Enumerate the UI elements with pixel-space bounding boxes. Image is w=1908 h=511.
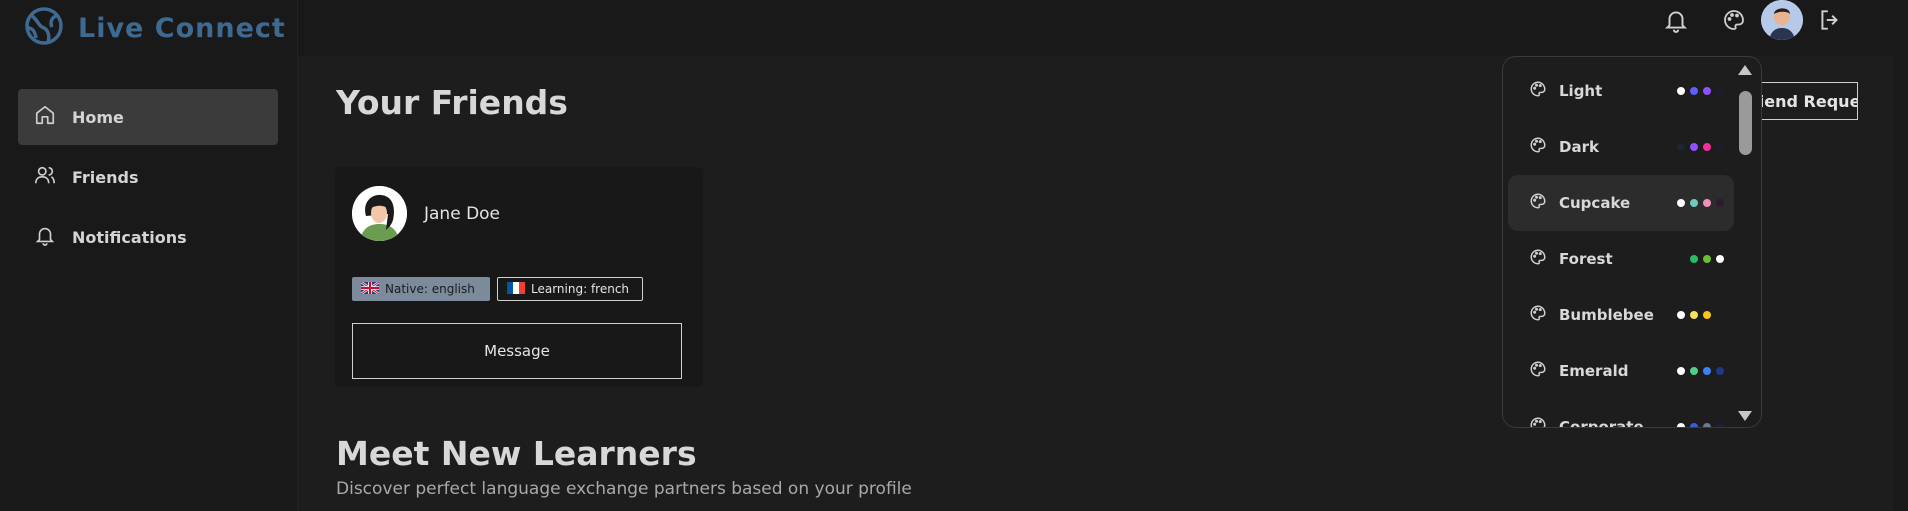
color-swatch [1703, 87, 1711, 95]
theme-option-label: Light [1559, 82, 1603, 100]
theme-option-label: Forest [1559, 250, 1613, 268]
theme-option-cupcake[interactable]: Cupcake [1508, 175, 1734, 231]
palette-icon [1529, 80, 1547, 102]
globe-icon [24, 6, 64, 50]
home-icon [34, 104, 56, 130]
friend-avatar [352, 186, 407, 241]
friend-name: Jane Doe [424, 204, 501, 224]
theme-option-label: Cupcake [1559, 194, 1631, 212]
color-swatch [1703, 423, 1711, 427]
color-swatch [1677, 311, 1685, 319]
theme-option-label: Emerald [1559, 362, 1629, 380]
badge-label: Native: english [385, 282, 475, 296]
scroll-thumb[interactable] [1739, 91, 1752, 155]
theme-color-swatches [1677, 255, 1724, 263]
color-swatch [1677, 423, 1685, 427]
section-subtitle: Discover perfect language exchange partn… [336, 479, 912, 499]
avatar[interactable] [1761, 0, 1803, 40]
page-title: Your Friends [336, 83, 568, 122]
theme-option-corporate[interactable]: Corporate [1508, 399, 1734, 428]
sidebar: Live Connect Home Friends Notifications [0, 0, 298, 511]
color-swatch [1690, 255, 1698, 263]
color-swatch [1677, 255, 1685, 263]
theme-option-emerald[interactable]: Emerald [1508, 343, 1734, 399]
theme-option-light[interactable]: Light [1508, 63, 1734, 119]
bell-icon [34, 224, 56, 250]
theme-option-dark[interactable]: Dark [1508, 119, 1734, 175]
color-swatch [1677, 367, 1685, 375]
france-flag-icon [507, 281, 525, 297]
color-swatch [1716, 311, 1724, 319]
theme-color-swatches [1677, 199, 1724, 207]
palette-icon[interactable] [1719, 5, 1749, 35]
users-icon [34, 164, 56, 190]
section-title: Meet New Learners [336, 434, 697, 473]
theme-option-label: Bumblebee [1559, 306, 1654, 324]
color-swatch [1690, 423, 1698, 427]
color-swatch [1690, 199, 1698, 207]
color-swatch [1716, 255, 1724, 263]
color-swatch [1716, 423, 1724, 427]
brand[interactable]: Live Connect [24, 6, 286, 50]
color-swatch [1677, 143, 1685, 151]
color-swatch [1716, 367, 1724, 375]
scroll-up-arrow-icon[interactable] [1738, 65, 1752, 75]
theme-color-swatches [1677, 311, 1724, 319]
scroll-down-arrow-icon[interactable] [1738, 411, 1752, 421]
color-swatch [1703, 255, 1711, 263]
color-swatch [1690, 87, 1698, 95]
palette-icon [1529, 192, 1547, 214]
theme-option-bumblebee[interactable]: Bumblebee [1508, 287, 1734, 343]
palette-icon [1529, 136, 1547, 158]
palette-icon [1529, 304, 1547, 326]
theme-dropdown: Light Dark Cupcake Forest Bumblebee Emerald Co… [1502, 56, 1762, 428]
learning-language-badge: Learning: french [497, 277, 643, 301]
color-swatch [1690, 311, 1698, 319]
theme-list: Light Dark Cupcake Forest Bumblebee Emerald Co… [1508, 63, 1734, 428]
palette-icon [1529, 360, 1547, 382]
sidebar-item-notifications[interactable]: Notifications [18, 209, 278, 265]
theme-option-label: Corporate [1559, 418, 1644, 428]
sidebar-nav: Home Friends Notifications [18, 89, 278, 269]
palette-icon [1529, 248, 1547, 270]
color-swatch [1703, 199, 1711, 207]
color-swatch [1716, 143, 1724, 151]
sidebar-item-label: Home [72, 107, 124, 127]
theme-color-swatches [1677, 143, 1724, 151]
theme-option-label: Dark [1559, 138, 1599, 156]
theme-color-swatches [1677, 87, 1724, 95]
logout-icon[interactable] [1815, 5, 1845, 35]
badge-label: Learning: french [531, 282, 630, 296]
friend-card: Jane Doe Native: english Learning: frenc… [335, 167, 703, 387]
color-swatch [1677, 199, 1685, 207]
sidebar-item-label: Friends [72, 167, 139, 187]
theme-color-swatches [1677, 423, 1724, 427]
theme-option-forest[interactable]: Forest [1508, 231, 1734, 287]
sidebar-item-label: Notifications [72, 227, 187, 247]
scrollbar[interactable] [1737, 65, 1753, 421]
sidebar-item-home[interactable]: Home [18, 89, 278, 145]
color-swatch [1716, 87, 1724, 95]
native-language-badge: Native: english [352, 277, 490, 301]
theme-color-swatches [1677, 367, 1724, 375]
bell-icon[interactable] [1661, 5, 1691, 35]
uk-flag-icon [360, 280, 380, 297]
color-swatch [1703, 311, 1711, 319]
message-button[interactable]: Message [352, 323, 682, 379]
page-scrollbar[interactable] [1893, 56, 1908, 511]
color-swatch [1690, 367, 1698, 375]
color-swatch [1677, 87, 1685, 95]
color-swatch [1703, 143, 1711, 151]
color-swatch [1690, 143, 1698, 151]
palette-icon [1529, 416, 1547, 427]
color-swatch [1703, 367, 1711, 375]
color-swatch [1716, 199, 1724, 207]
sidebar-item-friends[interactable]: Friends [18, 149, 278, 205]
app-name: Live Connect [78, 12, 286, 44]
